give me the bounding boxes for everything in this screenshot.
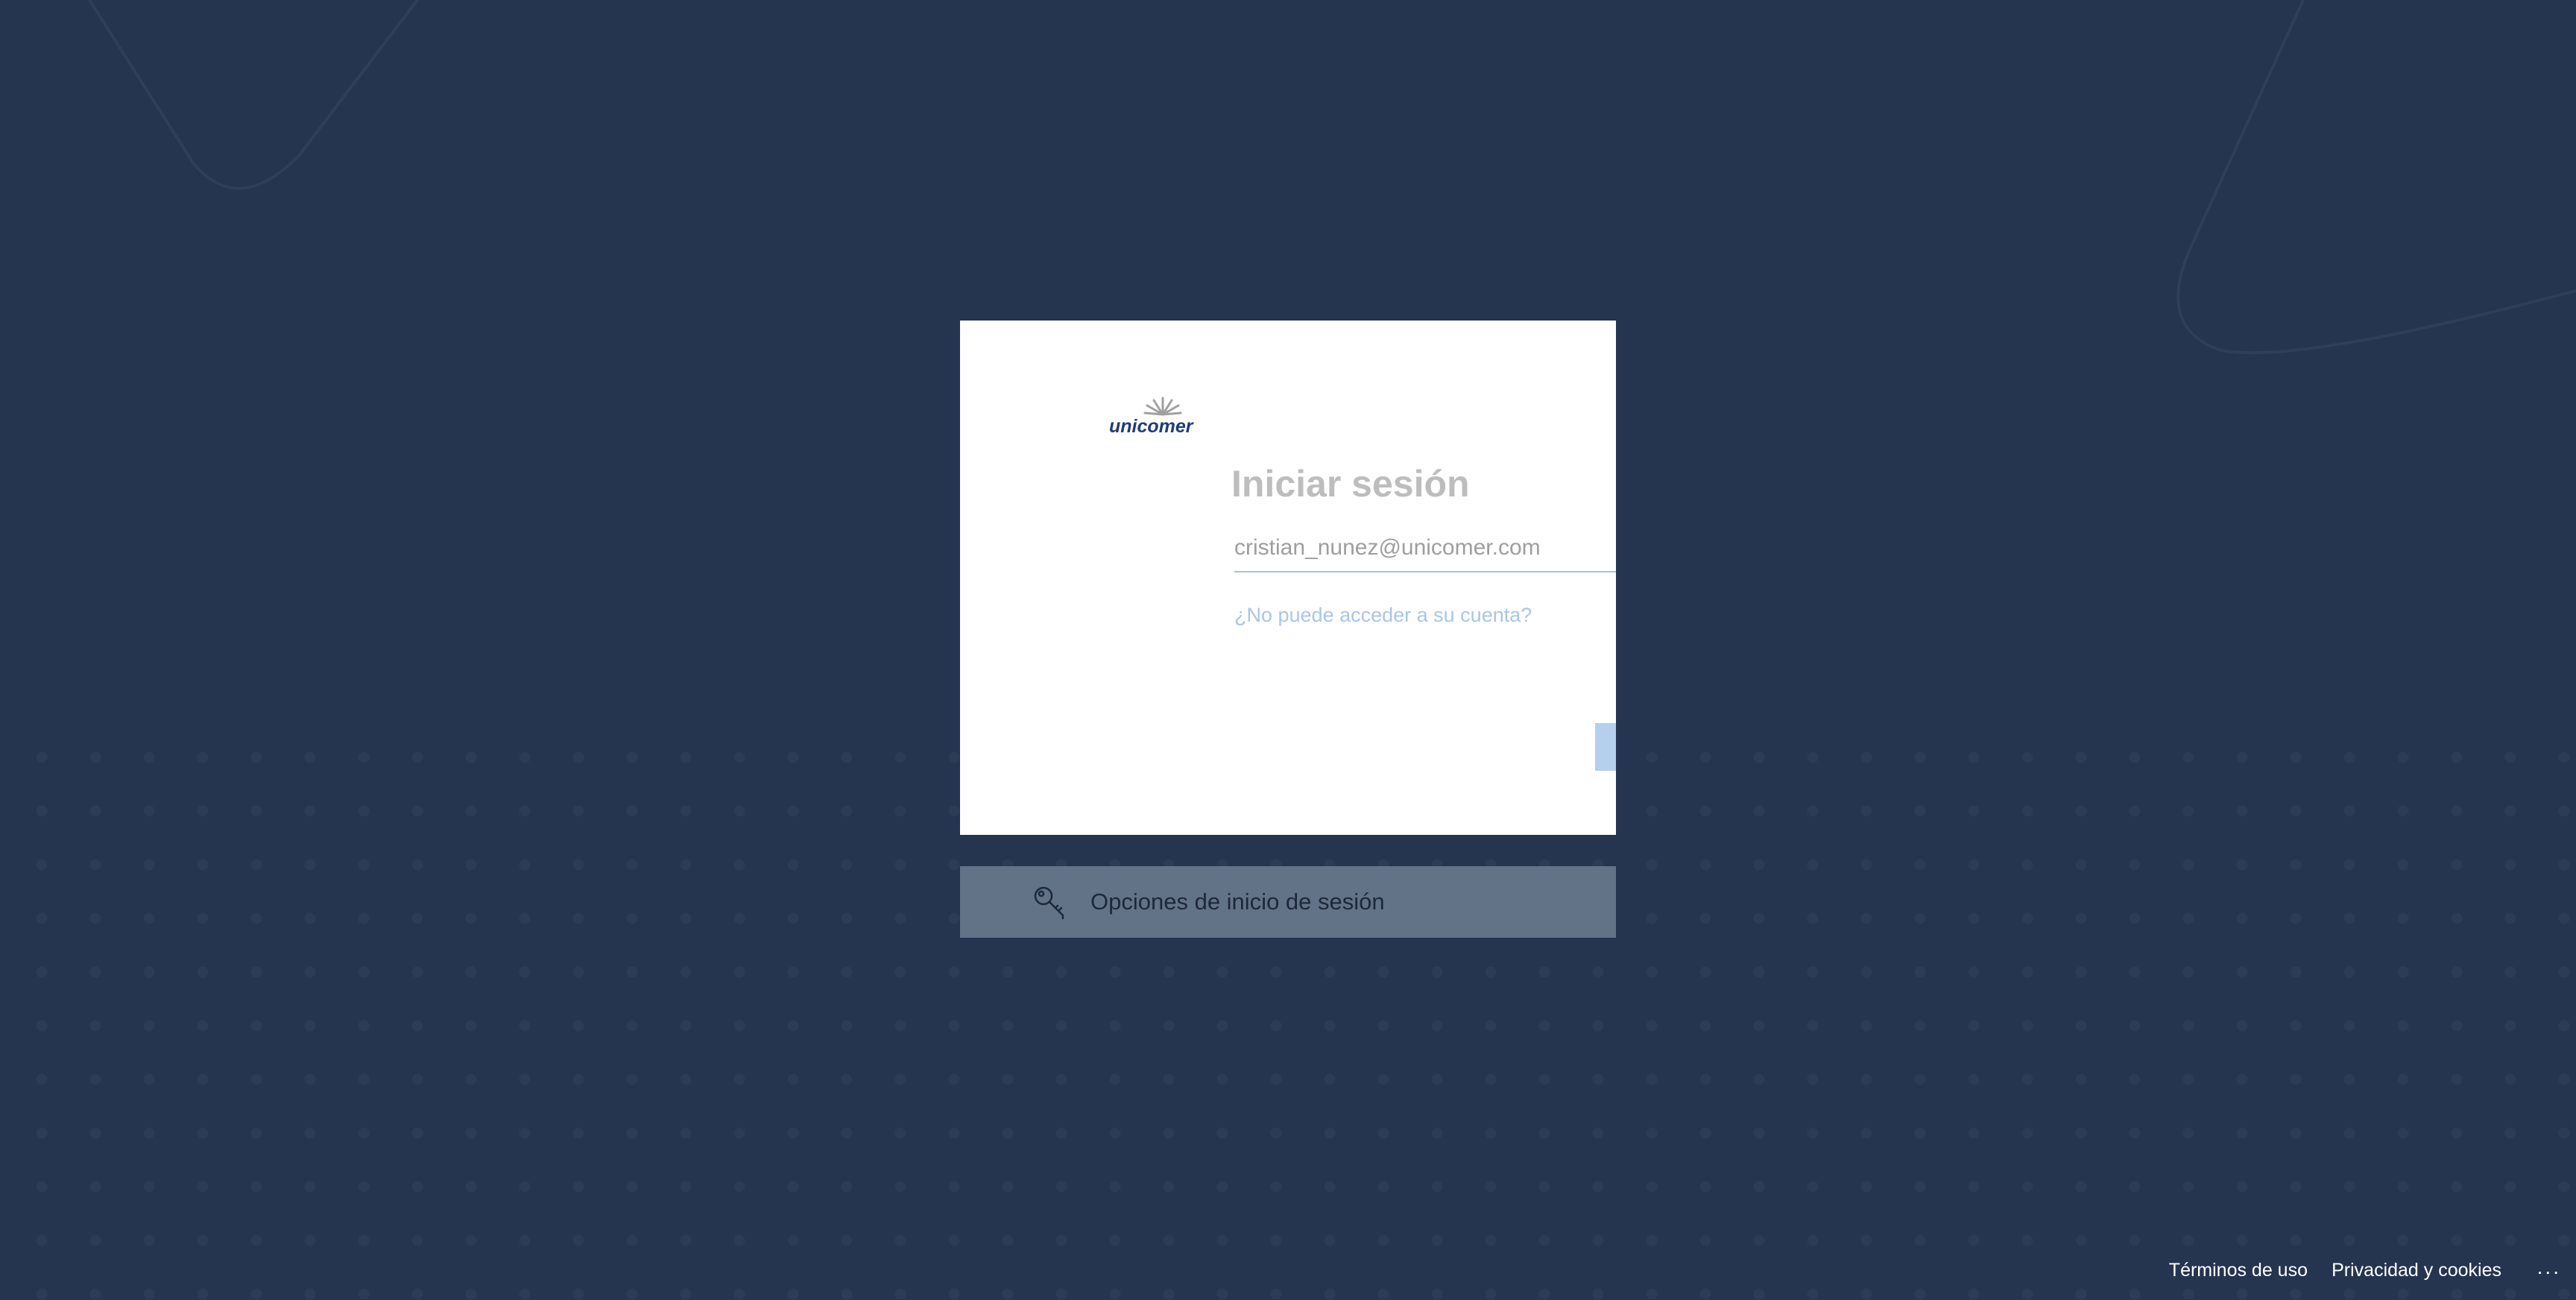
key-icon xyxy=(1034,886,1064,920)
signin-options-button[interactable]: Opciones de inicio de sesión xyxy=(960,866,1616,938)
cant-access-account-link[interactable]: ¿No puede acceder a su cuenta? xyxy=(1234,604,1532,627)
next-button[interactable] xyxy=(1595,723,1616,771)
logo-text: unicomer xyxy=(1109,416,1193,437)
page-background: unicomer Iniciar sesión ¿No puede accede… xyxy=(0,0,2576,1300)
more-options-button[interactable]: ... xyxy=(2537,1255,2561,1279)
page-title: Iniciar sesión xyxy=(1231,463,1470,505)
terms-of-use-link[interactable]: Términos de uso xyxy=(2169,1260,2308,1281)
footer: Términos de uso Privacidad y cookies ... xyxy=(2129,1255,2576,1300)
signin-options-label: Opciones de inicio de sesión xyxy=(1090,889,1385,915)
signin-card: unicomer Iniciar sesión ¿No puede accede… xyxy=(960,321,1616,835)
email-field[interactable] xyxy=(1234,531,1616,572)
logo-sun-icon xyxy=(1143,397,1182,416)
privacy-cookies-link[interactable]: Privacidad y cookies xyxy=(2332,1260,2501,1281)
company-logo: unicomer xyxy=(1109,395,1199,440)
